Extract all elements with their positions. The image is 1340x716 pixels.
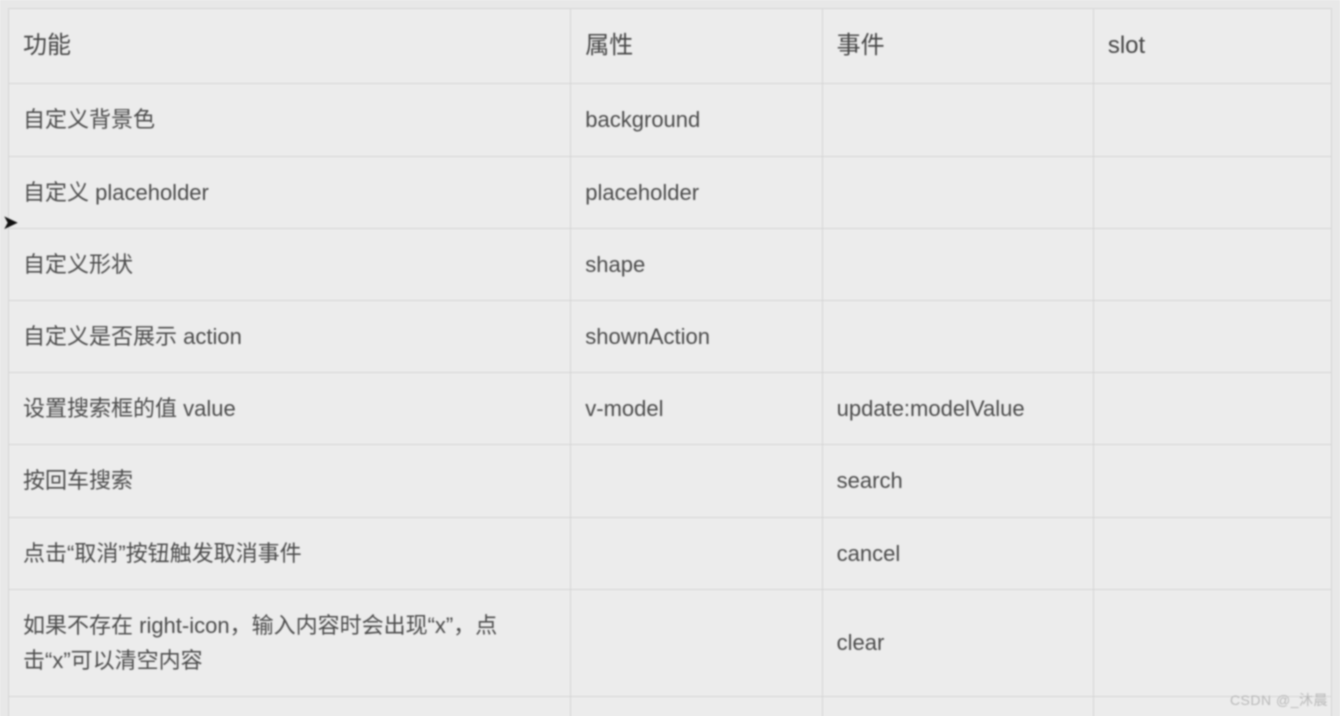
cell-event [822, 300, 1093, 372]
cell-attr [571, 445, 822, 517]
table-row: 按回车搜索 search [9, 445, 1332, 517]
cell-slot [1093, 84, 1331, 156]
cell-feature: 设置 right-icon [9, 697, 571, 716]
cell-attr [571, 517, 822, 589]
cell-feature: 自定义形状 [9, 228, 571, 300]
table-head: 功能 属性 事件 slot [9, 9, 1332, 84]
api-table-container: 功能 属性 事件 slot 自定义背景色 background 自定义 plac… [0, 0, 1340, 716]
table-row: 自定义 placeholder placeholder [9, 156, 1332, 228]
cell-event: search [822, 445, 1093, 517]
table-body: 自定义背景色 background 自定义 placeholder placeh… [9, 84, 1332, 716]
table-row: 自定义形状 shape [9, 228, 1332, 300]
cell-feature: 如果不存在 right-icon，输入内容时会出现“x”，点击“x”可以清空内容 [9, 589, 571, 696]
cell-attr: shownAction [571, 300, 822, 372]
cell-attr: placeholder [571, 156, 822, 228]
cell-feature: 自定义是否展示 action [9, 300, 571, 372]
cell-slot [1093, 156, 1331, 228]
cell-event: cancel [822, 517, 1093, 589]
table-row: 点击“取消”按钮触发取消事件 cancel [9, 517, 1332, 589]
cell-event [822, 697, 1093, 716]
cell-slot [1093, 589, 1331, 696]
cell-attr: shape [571, 228, 822, 300]
table-row: 自定义背景色 background [9, 84, 1332, 156]
table-header-row: 功能 属性 事件 slot [9, 9, 1332, 84]
cell-attr: background [571, 84, 822, 156]
col-header-slot: slot [1093, 9, 1331, 84]
cell-slot [1093, 300, 1331, 372]
cell-feature: 点击“取消”按钮触发取消事件 [9, 517, 571, 589]
col-header-event: 事件 [822, 9, 1093, 84]
cell-event: update:modelValue [822, 373, 1093, 445]
table-row: 自定义是否展示 action shownAction [9, 300, 1332, 372]
cell-attr [571, 697, 822, 716]
col-header-feature: 功能 [9, 9, 571, 84]
watermark-text: CSDN @_沐晨 [1230, 690, 1328, 710]
cell-event: clear [822, 589, 1093, 696]
col-header-attr: 属性 [571, 9, 822, 84]
cell-slot [1093, 517, 1331, 589]
cell-attr [571, 589, 822, 696]
cell-feature: 设置搜索框的值 value [9, 373, 571, 445]
api-table: 功能 属性 事件 slot 自定义背景色 background 自定义 plac… [8, 8, 1332, 716]
cell-feature: 自定义 placeholder [9, 156, 571, 228]
cell-slot [1093, 228, 1331, 300]
table-row: 设置搜索框的值 value v-model update:modelValue [9, 373, 1332, 445]
cell-slot [1093, 373, 1331, 445]
cell-event [822, 228, 1093, 300]
cell-attr: v-model [571, 373, 822, 445]
cell-event [822, 84, 1093, 156]
cell-feature: 自定义背景色 [9, 84, 571, 156]
cell-feature: 按回车搜索 [9, 445, 571, 517]
cell-event [822, 156, 1093, 228]
table-row: 设置 right-icon right-icon [9, 697, 1332, 716]
table-row: 如果不存在 right-icon，输入内容时会出现“x”，点击“x”可以清空内容… [9, 589, 1332, 696]
cell-slot [1093, 445, 1331, 517]
